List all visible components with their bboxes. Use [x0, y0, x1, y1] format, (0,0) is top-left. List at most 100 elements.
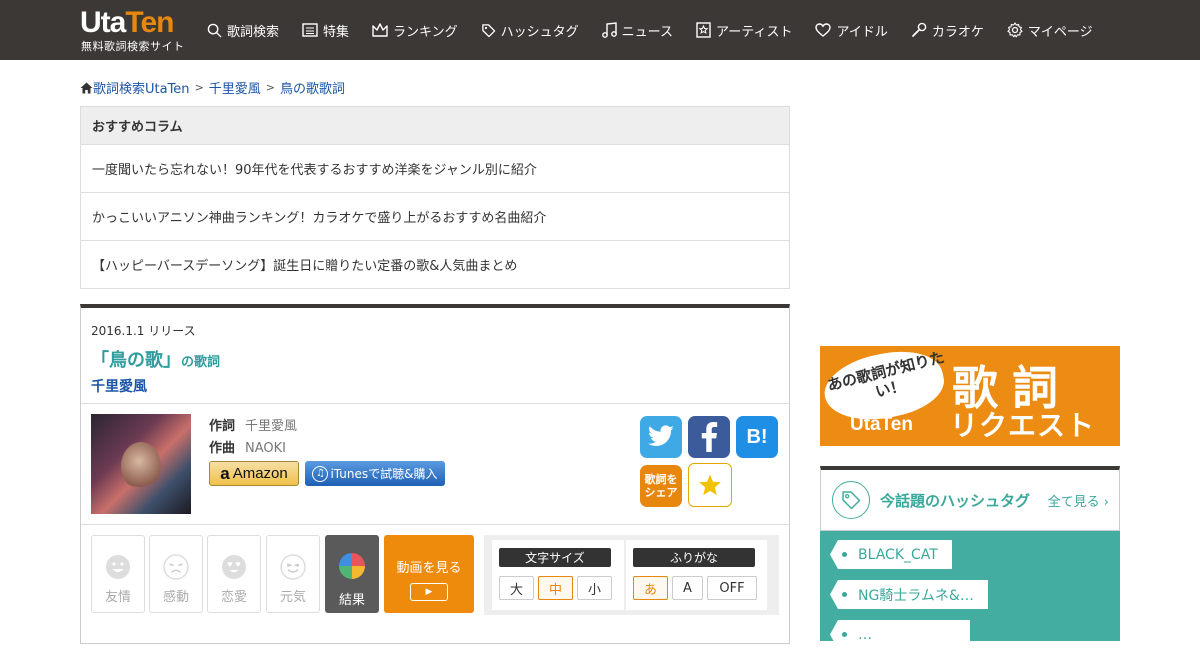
song-artist-link[interactable]: 千里愛風 — [91, 376, 147, 396]
emotion-label: 感動 — [162, 590, 189, 605]
song-title-text: 「鳥の歌」 — [91, 350, 181, 371]
breadcrumb-home-link[interactable]: 歌詞検索UtaTen — [93, 78, 190, 97]
song-credits: 作詞 千里愛風 作曲 NAOKI — [209, 416, 297, 460]
logo-wordmark: UtaTen — [80, 6, 174, 39]
microphone-icon — [911, 22, 927, 37]
composer-value: NAOKI — [245, 441, 286, 456]
divider — [81, 403, 789, 404]
artist-card-icon — [696, 22, 711, 38]
nav-artist[interactable]: アーティスト — [696, 21, 792, 40]
nav-label: 特集 — [323, 24, 350, 40]
newspaper-icon — [302, 23, 318, 37]
furigana-group: ふりがな あ A OFF — [626, 540, 767, 610]
nav-features[interactable]: 特集 — [302, 21, 349, 40]
chevron-right-icon: › — [1099, 494, 1109, 510]
nav-news[interactable]: ニュース — [601, 21, 674, 40]
nav-label: ニュース — [621, 24, 674, 40]
font-size-small[interactable]: 小 — [577, 576, 612, 600]
amazon-logo-icon: a — [220, 463, 230, 483]
column-link[interactable]: かっこいいアニソン神曲ランキング！カラオケで盛り上がるおすすめ名曲紹介 — [81, 192, 789, 240]
share-label-line2: シェア — [644, 486, 678, 499]
see-all-hashtags-link[interactable]: 全て見る › — [1048, 491, 1109, 510]
gear-icon — [1007, 22, 1023, 38]
nav-hashtag[interactable]: ハッシュタグ — [481, 21, 579, 40]
lyrics-share-button[interactable]: 歌詞を シェア — [640, 465, 682, 507]
emotion-friendship-button[interactable]: 友情 — [91, 535, 145, 613]
moved-face-icon — [163, 554, 189, 580]
twitter-share-button[interactable] — [640, 416, 682, 458]
release-date: 2016.1.1 リリース — [91, 324, 196, 338]
hashtag-label: BLACK_CAT — [858, 546, 938, 563]
nav-karaoke[interactable]: カラオケ — [911, 21, 984, 40]
favorite-button[interactable] — [688, 463, 732, 507]
album-jacket[interactable] — [91, 414, 191, 514]
emotion-label: 元気 — [279, 590, 306, 605]
music-note-icon — [601, 22, 617, 38]
hashtag-list: BLACK_CAT NG騎士ラムネ&… … — [820, 531, 1120, 649]
hashtag-item[interactable]: NG騎士ラムネ&… — [830, 580, 988, 609]
share-label-line1: 歌詞を — [644, 473, 678, 486]
site-logo[interactable]: UtaTen 無料歌詞検索サイト — [80, 6, 190, 54]
hatena-bookmark-button[interactable]: B! — [736, 416, 778, 458]
tag-icon — [832, 481, 870, 519]
search-icon — [207, 23, 222, 38]
cheerful-face-icon — [280, 554, 306, 580]
crown-icon — [372, 23, 388, 37]
nav-idol[interactable]: アイドル — [815, 21, 888, 40]
hashtag-widget-title: 今話題のハッシュタグ — [880, 491, 1031, 510]
song-title: 「鳥の歌」の歌詞 — [91, 346, 220, 372]
breadcrumb-artist-link[interactable]: 千里愛風 — [209, 78, 261, 97]
amazon-button[interactable]: a Amazon — [209, 461, 299, 486]
jacket-art — [121, 442, 161, 490]
breadcrumb-current-link[interactable]: 鳥の歌歌詞 — [280, 78, 345, 97]
nav-lyrics-search[interactable]: 歌詞検索 — [207, 21, 279, 40]
song-panel: 2016.1.1 リリース 「鳥の歌」の歌詞 千里愛風 作詞 千里愛風 作曲 NAO… — [80, 304, 790, 644]
column-link[interactable]: 【ハッピーバースデーソング】誕生日に贈りたい定番の歌&人気曲まとめ — [81, 240, 789, 288]
column-link[interactable]: 一度聞いたら忘れない！90年代を代表するおすすめ洋楽をジャンル別に紹介 — [81, 144, 789, 192]
breadcrumb-separator: > — [265, 81, 276, 94]
columns-heading: おすすめコラム — [81, 107, 789, 144]
tag-icon — [481, 23, 495, 37]
watch-video-button[interactable]: 動画を見る ▶ — [384, 535, 474, 613]
hashtag-label: … — [858, 626, 872, 643]
emotion-label: 恋愛 — [220, 590, 247, 605]
emotion-energy-button[interactable]: 元気 — [266, 535, 320, 613]
banner-subtitle: リクエスト — [950, 409, 1096, 442]
nav-label: ハッシュタグ — [500, 24, 579, 40]
star-icon — [699, 474, 721, 495]
emotion-label: 友情 — [104, 590, 131, 605]
font-size-large[interactable]: 大 — [499, 576, 534, 600]
nav-ranking[interactable]: ランキング — [372, 21, 458, 40]
furigana-alphabet[interactable]: A — [672, 576, 703, 600]
result-label: 結果 — [338, 593, 365, 608]
divider — [81, 524, 789, 525]
font-size-label: 文字サイズ — [499, 548, 611, 567]
hashtag-item[interactable]: BLACK_CAT — [830, 540, 952, 569]
emotion-love-button[interactable]: 恋愛 — [207, 535, 261, 613]
furigana-hiragana[interactable]: あ — [633, 576, 668, 600]
nav-label: マイページ — [1027, 24, 1093, 40]
recommended-columns: おすすめコラム 一度聞いたら忘れない！90年代を代表するおすすめ洋楽をジャンル別… — [80, 106, 790, 289]
logo-tagline: 無料歌詞検索サイト — [81, 40, 185, 53]
font-size-medium[interactable]: 中 — [538, 576, 573, 600]
lyrics-request-banner[interactable]: あの歌詞が知りたい！ UtaTen 歌詞 リクエスト — [820, 346, 1120, 446]
play-icon: ▶ — [410, 583, 448, 601]
emotion-moved-button[interactable]: 感動 — [149, 535, 203, 613]
amazon-label: Amazon — [232, 465, 288, 482]
emotion-result-button[interactable]: 結果 — [325, 535, 379, 613]
facebook-share-button[interactable] — [688, 416, 730, 458]
furigana-off[interactable]: OFF — [707, 576, 757, 600]
nav-mypage[interactable]: マイページ — [1007, 21, 1093, 40]
hashtag-item[interactable]: … — [830, 620, 970, 649]
nav-label: カラオケ — [931, 24, 984, 40]
itunes-label: iTunesで試聴&購入 — [330, 467, 438, 481]
hashtag-widget-header: 今話題のハッシュタグ 全て見る › — [820, 466, 1120, 531]
nav-label: アーティスト — [716, 24, 793, 40]
itunes-button[interactable]: ♫ iTunesで試聴&購入 — [305, 461, 445, 486]
hashtag-label: NG騎士ラムネ&… — [858, 587, 974, 604]
font-size-group: 文字サイズ 大 中 小 — [492, 540, 624, 610]
smile-face-icon — [106, 555, 130, 579]
nav-label: 歌詞検索 — [227, 24, 280, 40]
love-face-icon — [222, 555, 246, 579]
see-all-label: 全て見る — [1047, 494, 1100, 510]
